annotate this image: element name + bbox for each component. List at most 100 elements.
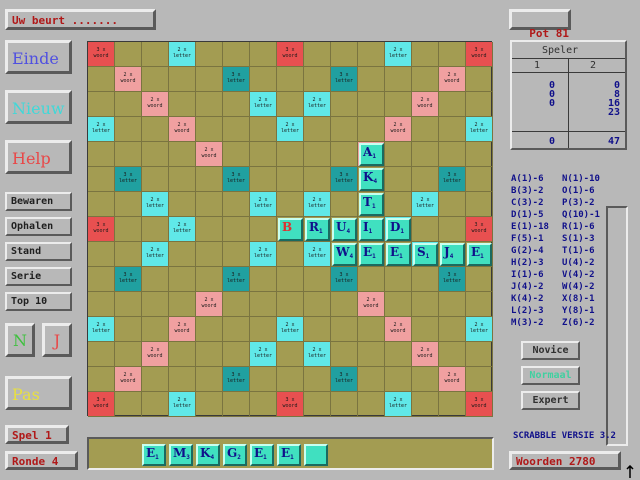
bonus-cell-dw[interactable]: 2 x woord [412, 342, 439, 367]
board-cell[interactable] [277, 92, 304, 117]
bonus-cell-tl[interactable]: 3 x letter [115, 267, 142, 292]
board-cell[interactable] [412, 392, 439, 417]
board-cell[interactable] [358, 67, 385, 92]
bonus-cell-tl[interactable]: 3 x letter [439, 267, 466, 292]
board-cell[interactable] [250, 42, 277, 67]
bonus-cell-wt[interactable]: 3 x woord [88, 217, 115, 242]
board-cell[interactable] [331, 317, 358, 342]
letter-tile[interactable]: D1 [386, 218, 411, 241]
board-cell[interactable] [439, 192, 466, 217]
board-cell[interactable] [223, 192, 250, 217]
bonus-cell-wt[interactable]: 3 x woord [466, 42, 493, 67]
normaal-button[interactable]: Normaal [521, 366, 580, 385]
board-cell[interactable] [277, 67, 304, 92]
letter-tile[interactable]: B [278, 218, 303, 241]
board-cell[interactable] [331, 142, 358, 167]
bonus-cell-wt[interactable]: 3 x woord [277, 42, 304, 67]
bonus-cell-dl[interactable]: 2 x letter [250, 92, 277, 117]
board-cell[interactable] [331, 392, 358, 417]
expert-button[interactable]: Expert [521, 391, 580, 410]
letter-tile[interactable]: M3 [169, 444, 193, 466]
bonus-cell-dl[interactable]: 2 x letter [250, 242, 277, 267]
board-cell[interactable] [385, 192, 412, 217]
bonus-cell-tl[interactable]: 3 x letter [223, 167, 250, 192]
board-cell[interactable] [142, 317, 169, 342]
board-cell[interactable] [331, 92, 358, 117]
board-cell[interactable] [142, 67, 169, 92]
bonus-cell-dl[interactable]: 2 x letter [304, 192, 331, 217]
board-cell[interactable] [169, 67, 196, 92]
board-cell[interactable] [466, 267, 493, 292]
board-cell[interactable] [304, 67, 331, 92]
board-cell[interactable] [196, 267, 223, 292]
board-cell[interactable] [412, 292, 439, 317]
ophalen-button[interactable]: Ophalen [5, 217, 72, 236]
board-cell[interactable] [223, 117, 250, 142]
board-cell[interactable] [196, 392, 223, 417]
board-cell[interactable] [250, 142, 277, 167]
board-cell[interactable] [385, 292, 412, 317]
scrabble-board[interactable]: 3 x woord 2 x letter 3 x woord 2 x letter 3 … [87, 41, 493, 417]
board-cell[interactable] [250, 392, 277, 417]
board-cell[interactable] [169, 267, 196, 292]
bonus-cell-dl[interactable]: 2 x letter [250, 342, 277, 367]
board-cell[interactable] [196, 42, 223, 67]
letter-tile[interactable]: I1 [359, 218, 384, 241]
bonus-cell-dl[interactable]: 2 x letter [169, 42, 196, 67]
board-cell[interactable] [169, 142, 196, 167]
novice-button[interactable]: Novice [521, 341, 580, 360]
bonus-cell-dl[interactable]: 2 x letter [142, 192, 169, 217]
board-cell[interactable] [115, 192, 142, 217]
bonus-cell-dw[interactable]: 2 x woord [115, 367, 142, 392]
board-cell[interactable] [412, 142, 439, 167]
bonus-cell-tl[interactable]: 3 x letter [331, 267, 358, 292]
bonus-cell-dl[interactable]: 2 x letter [304, 342, 331, 367]
board-cell[interactable] [196, 217, 223, 242]
board-cell[interactable] [412, 217, 439, 242]
board-cell[interactable] [115, 342, 142, 367]
bonus-cell-tl[interactable]: 3 x letter [439, 167, 466, 192]
board-cell[interactable] [250, 217, 277, 242]
board-cell[interactable] [115, 92, 142, 117]
board-cell[interactable] [358, 342, 385, 367]
board-cell[interactable] [88, 142, 115, 167]
board-cell[interactable] [223, 292, 250, 317]
bonus-cell-dl[interactable]: 2 x letter [304, 92, 331, 117]
j-button[interactable]: J [42, 323, 72, 357]
help-button[interactable]: Help [5, 140, 72, 174]
board-cell[interactable] [250, 317, 277, 342]
board-cell[interactable] [250, 67, 277, 92]
board-cell[interactable] [304, 292, 331, 317]
board-cell[interactable] [142, 167, 169, 192]
board-cell[interactable] [439, 317, 466, 342]
board-cell[interactable] [223, 342, 250, 367]
board-cell[interactable] [196, 117, 223, 142]
board-cell[interactable] [142, 392, 169, 417]
board-cell[interactable] [358, 317, 385, 342]
board-cell[interactable] [277, 342, 304, 367]
bonus-cell-wt[interactable]: 3 x woord [88, 42, 115, 67]
nieuw-button[interactable]: Nieuw [5, 90, 72, 124]
board-cell[interactable] [466, 142, 493, 167]
bonus-cell-dl[interactable]: 2 x letter [385, 42, 412, 67]
bonus-cell-dl[interactable]: 2 x letter [412, 192, 439, 217]
board-cell[interactable] [223, 317, 250, 342]
bonus-cell-tl[interactable]: 3 x letter [223, 67, 250, 92]
bonus-cell-dl[interactable]: 2 x letter [88, 117, 115, 142]
top10-button[interactable]: Top 10 [5, 292, 72, 311]
board-cell[interactable] [196, 67, 223, 92]
stand-button[interactable]: Stand [5, 242, 72, 261]
board-cell[interactable] [466, 367, 493, 392]
bonus-cell-dl[interactable]: 2 x letter [250, 192, 277, 217]
bonus-cell-tl[interactable]: 3 x letter [223, 367, 250, 392]
board-cell[interactable] [277, 192, 304, 217]
bonus-cell-dw[interactable]: 2 x woord [439, 367, 466, 392]
board-cell[interactable] [223, 392, 250, 417]
board-cell[interactable] [331, 117, 358, 142]
bonus-cell-dl[interactable]: 2 x letter [169, 217, 196, 242]
board-cell[interactable] [88, 242, 115, 267]
board-cell[interactable] [142, 367, 169, 392]
board-cell[interactable] [250, 267, 277, 292]
board-cell[interactable] [385, 142, 412, 167]
letter-tile[interactable]: K4 [196, 444, 220, 466]
